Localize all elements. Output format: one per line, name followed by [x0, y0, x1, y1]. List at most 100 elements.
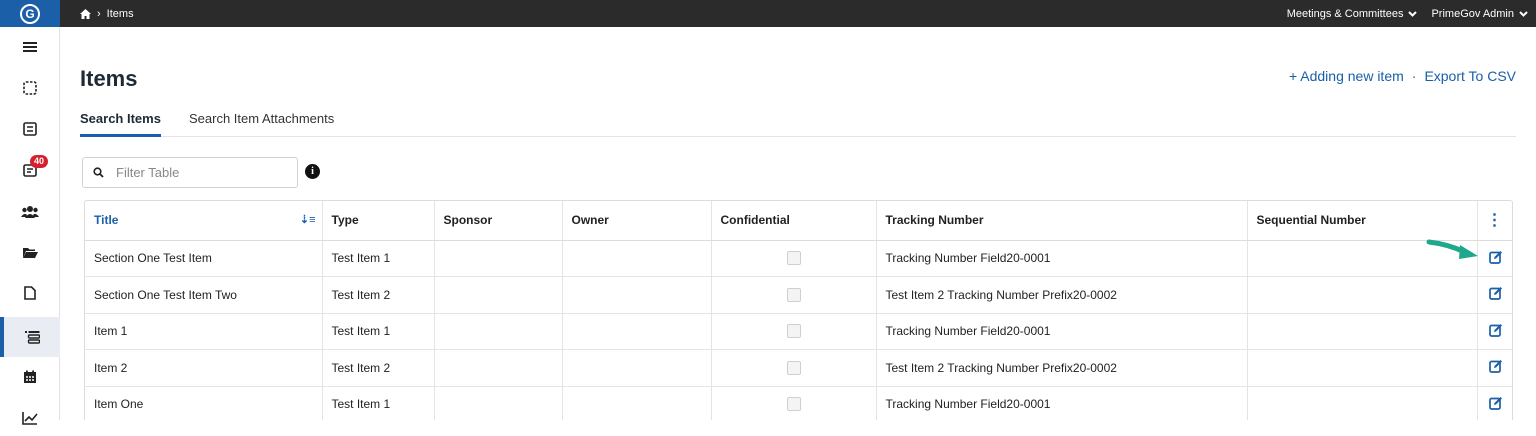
edit-icon[interactable]: [1488, 396, 1503, 410]
cell-tracking-number: Tracking Number Field20-0001: [876, 240, 1248, 277]
user-menu[interactable]: PrimeGov Admin: [1431, 8, 1528, 20]
users-icon: [21, 205, 39, 218]
sidebar-item-calendar[interactable]: [0, 359, 60, 395]
cell-sequential-number: [1247, 276, 1478, 314]
table-row[interactable]: Item One Test Item 1 Tracking Number Fie…: [85, 386, 1512, 420]
column-header-sponsor[interactable]: Sponsor: [434, 201, 563, 241]
chevron-down-icon: [1519, 10, 1528, 17]
cell-sponsor: [434, 240, 563, 277]
title-header-label: Title: [94, 213, 119, 228]
cell-title[interactable]: Section One Test Item Two: [85, 276, 323, 314]
column-header-confidential[interactable]: Confidential: [711, 201, 877, 241]
confidential-checkbox: [786, 360, 801, 375]
chevron-down-icon: [1408, 10, 1418, 17]
cell-edit: [1477, 276, 1512, 314]
page-actions: + Adding new item · Export To CSV: [1289, 68, 1516, 84]
column-header-sequential-number[interactable]: Sequential Number: [1247, 201, 1478, 241]
table-row[interactable]: Item 1 Test Item 1 Tracking Number Field…: [85, 313, 1512, 350]
sidebar-item-documents[interactable]: [0, 275, 60, 311]
table-row[interactable]: Item 2 Test Item 2 Test Item 2 Tracking …: [85, 349, 1512, 387]
sidebar-item-agenda[interactable]: [0, 111, 60, 147]
meetings-menu-label: Meetings & Committees: [1286, 7, 1404, 20]
cell-type: Test Item 2: [322, 349, 435, 387]
menu-icon: [23, 42, 37, 52]
cell-confidential: [711, 386, 877, 420]
sort-descending-icon[interactable]: ⇣≡: [300, 213, 316, 226]
cell-confidential: [711, 276, 877, 314]
edit-icon[interactable]: [1488, 323, 1503, 337]
items-table: Title ⇣≡ Type Sponsor Owner Confidential…: [84, 200, 1513, 420]
logo-mark: G: [20, 3, 40, 24]
cell-sequential-number: [1247, 313, 1478, 350]
info-icon[interactable]: i: [305, 164, 320, 179]
cell-sponsor: [434, 313, 563, 350]
column-header-tracking-number[interactable]: Tracking Number: [876, 201, 1248, 241]
edit-icon[interactable]: [1488, 359, 1503, 374]
sidebar-item-reports[interactable]: [0, 400, 60, 436]
add-new-item-link[interactable]: + Adding new item: [1289, 68, 1404, 84]
column-header-title[interactable]: Title ⇣≡: [85, 201, 323, 241]
column-header-owner[interactable]: Owner: [562, 201, 712, 241]
notification-badge: 40: [30, 155, 49, 168]
breadcrumb-current: Items: [106, 7, 134, 20]
items-list-icon: [24, 331, 40, 344]
column-options[interactable]: ⋮: [1477, 201, 1512, 241]
kebab-menu-icon: ⋮: [1486, 212, 1503, 230]
table-row[interactable]: Section One Test Item Two Test Item 2 Te…: [85, 276, 1512, 314]
cell-edit: [1477, 313, 1512, 350]
calendar-icon: [24, 370, 36, 383]
cell-owner: [562, 349, 712, 387]
tab-search-item-attachments[interactable]: Search Item Attachments: [189, 108, 334, 137]
table-row[interactable]: Section One Test Item Test Item 1 Tracki…: [85, 240, 1512, 277]
cell-owner: [562, 240, 712, 277]
confidential-checkbox: [786, 251, 801, 266]
cell-confidential: [711, 240, 877, 277]
sidebar-item-selection[interactable]: [0, 70, 60, 106]
filter-table-box: [82, 157, 298, 188]
export-csv-link[interactable]: Export To CSV: [1424, 68, 1516, 84]
user-menu-label: PrimeGov Admin: [1431, 7, 1514, 20]
sidebar-item-inbox[interactable]: 40: [0, 152, 60, 188]
cell-tracking-number: Tracking Number Field20-0001: [876, 313, 1248, 350]
cell-type: Test Item 1: [322, 240, 435, 277]
cell-owner: [562, 313, 712, 350]
sidebar-item-users[interactable]: [0, 193, 60, 229]
home-icon[interactable]: [80, 8, 91, 19]
chart-line-icon: [22, 412, 38, 425]
cell-edit: [1477, 349, 1512, 387]
meetings-committees-menu[interactable]: Meetings & Committees: [1287, 8, 1418, 20]
cell-confidential: [711, 349, 877, 387]
cell-title[interactable]: Item 2: [85, 349, 323, 387]
cell-title[interactable]: Section One Test Item: [85, 240, 323, 277]
breadcrumb: › Items: [80, 0, 134, 27]
column-header-type[interactable]: Type: [322, 201, 435, 241]
sidebar-item-menu[interactable]: [0, 29, 60, 65]
confidential-checkbox: [786, 397, 801, 412]
cell-sponsor: [434, 386, 563, 420]
cell-sequential-number: [1247, 386, 1478, 420]
table-header-row: Title ⇣≡ Type Sponsor Owner Confidential…: [85, 201, 1512, 241]
cell-confidential: [711, 313, 877, 350]
page-title: Items: [80, 66, 138, 91]
sidebar-item-folders[interactable]: [0, 234, 60, 270]
cell-title[interactable]: Item One: [85, 386, 323, 420]
document-icon: [24, 286, 36, 300]
cell-sponsor: [434, 349, 563, 387]
search-icon: [93, 167, 104, 178]
breadcrumb-separator-icon: ›: [97, 7, 101, 20]
cell-title[interactable]: Item 1: [85, 313, 323, 350]
filter-table-input[interactable]: [116, 165, 276, 180]
edit-icon[interactable]: [1488, 250, 1503, 264]
cell-tracking-number: Tracking Number Field20-0001: [876, 386, 1248, 420]
app-logo[interactable]: G: [0, 0, 60, 27]
cell-type: Test Item 1: [322, 313, 435, 350]
pointer-arrow-icon: [1426, 239, 1478, 259]
sidebar-item-items[interactable]: [0, 317, 60, 357]
cell-edit: [1477, 386, 1512, 420]
top-bar: G › Items Meetings & Committees PrimeGov…: [0, 0, 1536, 27]
tab-search-items[interactable]: Search Items: [80, 108, 161, 137]
cell-sponsor: [434, 276, 563, 314]
edit-icon[interactable]: [1488, 286, 1503, 301]
tab-bar: Search Items Search Item Attachments: [80, 108, 1516, 137]
cell-owner: [562, 276, 712, 314]
